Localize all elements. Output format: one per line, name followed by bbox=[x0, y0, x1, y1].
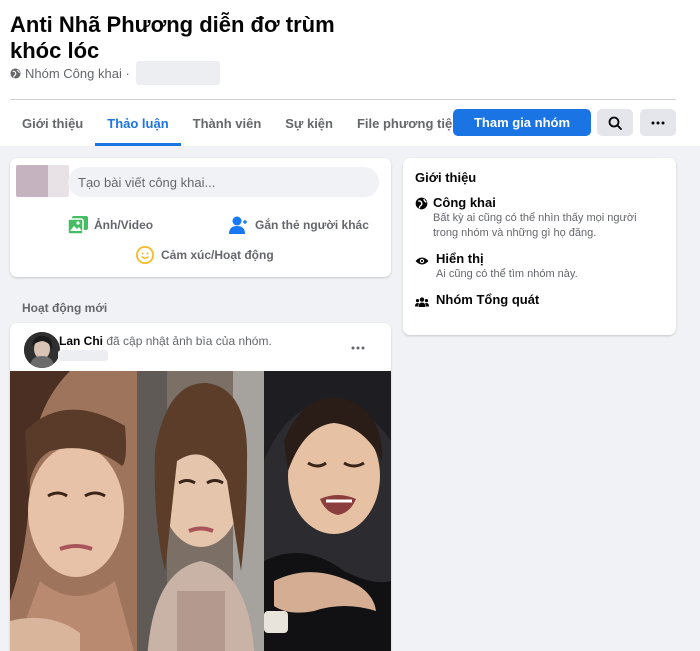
composer-input[interactable]: Tạo bài viết công khai... bbox=[68, 167, 379, 197]
group-icon bbox=[415, 297, 429, 307]
search-button[interactable] bbox=[597, 109, 633, 136]
post-header-text: Lan Chi đã cập nhật ảnh bìa của nhóm. bbox=[59, 334, 272, 348]
about-item-desc: Ai cũng có thể tìm nhóm này. bbox=[436, 268, 578, 280]
search-icon bbox=[608, 116, 622, 130]
tab-about[interactable]: Giới thiệu bbox=[10, 100, 95, 146]
recent-activity-label: Hoạt động mới bbox=[22, 301, 108, 315]
group-tabs: Giới thiệu Thảo luận Thành viên Sự kiện … bbox=[10, 100, 472, 146]
globe-icon bbox=[415, 197, 428, 210]
privacy-label: Nhóm Công khai · bbox=[25, 65, 130, 81]
photo-video-label: Ảnh/Video bbox=[94, 218, 154, 232]
cover-photo[interactable] bbox=[10, 371, 391, 651]
redacted-member-count bbox=[135, 61, 220, 85]
about-item-title: Nhóm Tổng quát bbox=[436, 292, 540, 307]
cover-photo-panel bbox=[264, 371, 391, 651]
about-item-title: Công khai bbox=[433, 195, 496, 210]
post-composer: Tạo bài viết công khai... Ảnh/Video Gắn … bbox=[10, 158, 391, 277]
about-item-general: Nhóm Tổng quát bbox=[415, 292, 664, 312]
more-horizontal-icon bbox=[651, 121, 665, 124]
cover-photo-panel bbox=[10, 371, 137, 651]
feed-post: Lan Chi đã cập nhật ảnh bìa của nhóm. bbox=[10, 323, 391, 651]
feeling-activity-label: Cảm xúc/Hoạt động bbox=[161, 248, 274, 262]
post-more-button[interactable] bbox=[351, 337, 365, 355]
post-author[interactable]: Lan Chi bbox=[59, 334, 103, 348]
cover-photo-panel bbox=[137, 371, 264, 651]
about-heading: Giới thiệu bbox=[415, 170, 477, 185]
tag-people-label: Gắn thẻ người khác bbox=[255, 218, 369, 232]
tab-discussion[interactable]: Thảo luận bbox=[95, 100, 181, 146]
group-title: Anti Nhã Phương diễn đơ trùm khóc lóc bbox=[10, 12, 335, 63]
redacted-post-date bbox=[58, 350, 108, 361]
avatar[interactable] bbox=[24, 332, 60, 368]
photo-video-button[interactable]: Ảnh/Video bbox=[68, 216, 153, 234]
about-item-visible: Hiển thị Ai cũng có thể tìm nhóm này. bbox=[415, 251, 664, 282]
group-header: Anti Nhã Phương diễn đơ trùm khóc lóc Nh… bbox=[0, 0, 700, 146]
more-horizontal-icon bbox=[351, 346, 365, 350]
about-item-desc: Bất kỳ ai cũng có thể nhìn thấy mọi ngườ… bbox=[433, 212, 637, 239]
avatar bbox=[16, 165, 69, 197]
photo-icon bbox=[68, 216, 88, 234]
feeling-activity-button[interactable]: Cảm xúc/Hoạt động bbox=[135, 245, 274, 265]
tag-people-icon bbox=[229, 216, 249, 234]
tag-people-button[interactable]: Gắn thẻ người khác bbox=[229, 216, 369, 234]
about-item-title: Hiển thị bbox=[436, 251, 484, 266]
join-group-button[interactable]: Tham gia nhóm bbox=[453, 109, 591, 136]
about-item-public: Công khai Bất kỳ ai cũng có thể nhìn thấ… bbox=[415, 195, 664, 241]
post-action-text: đã cập nhật ảnh bìa của nhóm. bbox=[106, 334, 272, 348]
more-options-button[interactable] bbox=[640, 109, 676, 136]
about-card: Giới thiệu Công khai Bất kỳ ai cũng có t… bbox=[403, 158, 676, 335]
tab-events[interactable]: Sự kiện bbox=[273, 100, 345, 146]
smiley-icon bbox=[136, 246, 154, 264]
tab-members[interactable]: Thành viên bbox=[181, 100, 274, 146]
group-privacy: Nhóm Công khai · bbox=[10, 60, 220, 86]
eye-icon bbox=[415, 257, 429, 265]
globe-icon bbox=[10, 67, 21, 79]
